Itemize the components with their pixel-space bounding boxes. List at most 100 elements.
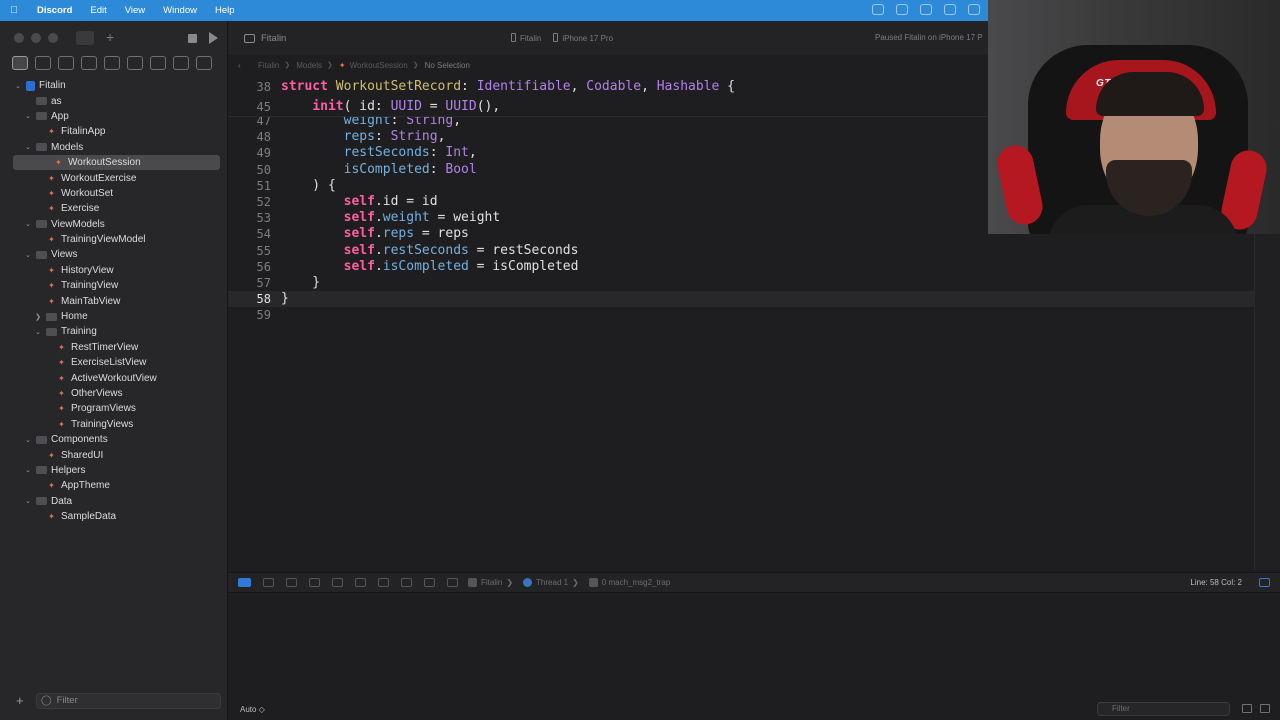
menu-app-name[interactable]: Discord xyxy=(28,5,81,16)
console-filter-input[interactable]: Filter xyxy=(1097,702,1230,716)
find-icon[interactable] xyxy=(81,56,97,70)
split-right-icon[interactable] xyxy=(1260,704,1270,713)
tree-item[interactable]: ✦ ExerciseListView xyxy=(0,355,228,370)
line-number[interactable]: 50 xyxy=(228,162,271,178)
code-text[interactable]: } xyxy=(281,275,320,291)
code-line[interactable]: 56 self.isCompleted = isCompleted xyxy=(228,259,1254,275)
code-text[interactable]: struct WorkoutSetRecord: Identifiable, C… xyxy=(281,79,735,95)
minimize-window-button[interactable] xyxy=(31,33,41,43)
tree-item[interactable]: as xyxy=(0,93,228,108)
tree-item[interactable]: ⌄ ViewModels xyxy=(0,217,228,232)
line-number[interactable]: 58 xyxy=(228,291,271,307)
breadcrumb-file[interactable]: ✦ WorkoutSession xyxy=(339,61,408,70)
toggle-debug-area-icon[interactable] xyxy=(1259,578,1270,587)
tree-item[interactable]: ⌄ Models xyxy=(0,140,228,155)
breadcrumb-group[interactable]: Models xyxy=(296,61,322,70)
variables-scope-select[interactable]: Auto ◇ xyxy=(240,705,265,714)
tree-item[interactable]: ✦ TrainingView xyxy=(0,278,228,293)
location-arrow-icon[interactable] xyxy=(447,578,458,587)
tree-item[interactable]: ✦ SharedUI xyxy=(0,447,228,462)
scheme-name[interactable]: Fitalin xyxy=(511,33,541,43)
tree-item[interactable]: ✦ OtherViews xyxy=(0,386,228,401)
code-text[interactable]: init( id: UUID = UUID(), xyxy=(281,99,500,115)
chevron-down-icon[interactable]: ⌄ xyxy=(23,143,33,151)
chevron-down-icon[interactable]: ⌄ xyxy=(23,466,33,474)
run-destination[interactable]: iPhone 17 Pro xyxy=(553,33,613,43)
code-text[interactable]: isCompleted: Bool xyxy=(281,162,477,178)
code-line[interactable]: 57 } xyxy=(228,275,1254,291)
code-text[interactable]: reps: String, xyxy=(281,129,446,145)
scheme-selector[interactable]: Fitalin iPhone 17 Pro xyxy=(511,33,613,43)
add-file-icon[interactable]: + xyxy=(16,693,28,708)
apple-menu-icon[interactable]:  xyxy=(0,5,28,16)
simulate-location-icon[interactable] xyxy=(424,578,435,587)
tree-item[interactable]: ⌄ App xyxy=(0,109,228,124)
line-number[interactable]: 51 xyxy=(228,178,271,194)
view-debugger-icon[interactable] xyxy=(355,578,366,587)
chevron-down-icon[interactable]: ⌄ xyxy=(23,112,33,120)
debug-area[interactable] xyxy=(228,593,1280,701)
chevron-down-icon[interactable]: ⌄ xyxy=(23,220,33,228)
tree-item[interactable]: ✦ RestTimerView xyxy=(0,340,228,355)
status-icon-5[interactable] xyxy=(968,4,980,15)
breadcrumb-project[interactable]: Fitalin xyxy=(258,61,279,70)
stop-button[interactable] xyxy=(188,34,197,43)
tree-item[interactable]: ⌄ Views xyxy=(0,247,228,262)
tree-item[interactable]: ✦ Exercise xyxy=(0,201,228,216)
tree-item[interactable]: ✦ SampleData xyxy=(0,509,228,524)
split-left-icon[interactable] xyxy=(1242,704,1252,713)
tree-item[interactable]: ✦ WorkoutSet xyxy=(0,186,228,201)
tree-item[interactable]: ⌄ Data xyxy=(0,494,228,509)
line-number[interactable]: 59 xyxy=(228,307,271,323)
line-number[interactable]: 45 xyxy=(228,99,271,115)
chevron-down-icon[interactable]: ⌄ xyxy=(33,328,43,336)
menu-edit[interactable]: Edit xyxy=(81,5,115,16)
line-number[interactable]: 56 xyxy=(228,259,271,275)
tree-item[interactable]: ✦ ActiveWorkoutView xyxy=(0,370,228,385)
line-number[interactable]: 57 xyxy=(228,275,271,291)
debug-process[interactable]: Fitalin ❯ xyxy=(468,578,513,587)
code-text[interactable]: ) { xyxy=(281,178,336,194)
sidebar-toggle-icon[interactable] xyxy=(76,31,94,45)
code-text[interactable]: self.restSeconds = restSeconds xyxy=(281,243,579,259)
source-control-icon[interactable] xyxy=(35,56,51,70)
environment-overrides-icon[interactable] xyxy=(401,578,412,587)
status-icon-1[interactable] xyxy=(872,4,884,15)
status-icon-4[interactable] xyxy=(944,4,956,15)
tree-item[interactable]: ✦ WorkoutExercise xyxy=(0,170,228,185)
line-number[interactable]: 48 xyxy=(228,129,271,145)
tests-icon[interactable] xyxy=(127,56,143,70)
chevron-down-icon[interactable]: ⌄ xyxy=(23,497,33,505)
tree-item[interactable]: ✦ TrainingViewModel xyxy=(0,232,228,247)
line-number[interactable]: 55 xyxy=(228,243,271,259)
folder-icon[interactable] xyxy=(12,56,28,70)
breadcrumb-symbol[interactable]: No Selection xyxy=(425,61,470,70)
add-icon[interactable]: + xyxy=(106,29,114,45)
status-icon-2[interactable] xyxy=(896,4,908,15)
tree-item[interactable]: ⌄ Components xyxy=(0,432,228,447)
line-number[interactable]: 53 xyxy=(228,210,271,226)
tree-item[interactable]: ✦ FitalinApp xyxy=(0,124,228,139)
navigator-filter-input[interactable]: ◯ Filter xyxy=(36,692,221,709)
reports-icon[interactable] xyxy=(196,56,212,70)
line-number[interactable]: 38 xyxy=(228,79,271,95)
line-number[interactable]: 54 xyxy=(228,226,271,242)
menu-window[interactable]: Window xyxy=(154,5,206,16)
line-number[interactable]: 49 xyxy=(228,145,271,161)
code-line[interactable]: 59 xyxy=(228,307,1254,323)
tree-item[interactable]: ⌄ Training xyxy=(0,324,228,339)
zoom-window-button[interactable] xyxy=(48,33,58,43)
tree-item[interactable]: ⌄ Fitalin xyxy=(0,78,228,93)
chevron-down-icon[interactable]: ⌄ xyxy=(23,436,33,444)
continue-icon[interactable] xyxy=(263,578,274,587)
menu-help[interactable]: Help xyxy=(206,5,244,16)
code-text[interactable]: } xyxy=(281,291,289,307)
toggle-breakpoints-icon[interactable] xyxy=(238,578,251,587)
issues-icon[interactable] xyxy=(104,56,120,70)
debug-stack-frame[interactable]: 0 mach_msg2_trap xyxy=(588,578,670,587)
code-line[interactable]: 55 self.restSeconds = restSeconds xyxy=(228,243,1254,259)
step-into-icon[interactable] xyxy=(309,578,320,587)
tree-item[interactable]: ✦ ProgramViews xyxy=(0,401,228,416)
debug-icon[interactable] xyxy=(150,56,166,70)
memory-graph-icon[interactable] xyxy=(378,578,389,587)
